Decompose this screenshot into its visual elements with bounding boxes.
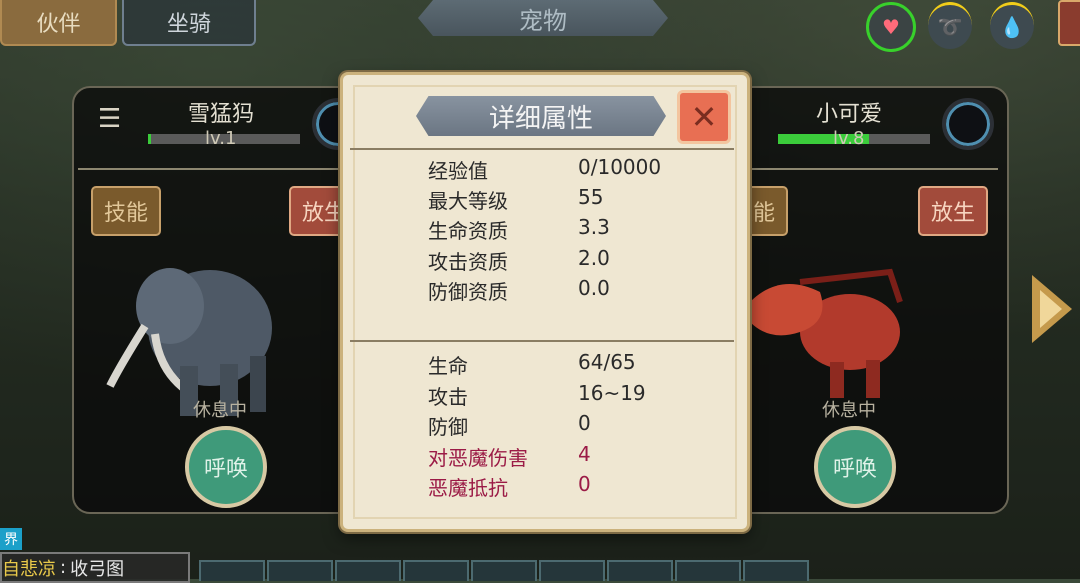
heart-icon[interactable]: ♥ [866, 2, 916, 52]
chat-message[interactable]: 自悲凉 : 收弓图 [0, 552, 190, 583]
trex-pet-image [750, 268, 903, 398]
stat-row: 防御资质 0.0 [428, 276, 610, 304]
tab-mount[interactable]: 坐骑 [122, 0, 256, 46]
divider [78, 168, 368, 170]
level-text: lv.8 [833, 128, 865, 149]
next-arrow-inner [1040, 290, 1062, 328]
chat-separator: : [60, 557, 67, 578]
stat-row: 生命 64/65 [428, 350, 636, 378]
chat-channel-badge[interactable]: 界 [0, 528, 22, 550]
summon-button[interactable]: 呼唤 [814, 426, 896, 508]
chat-text: 收弓图 [70, 558, 125, 580]
bottom-slot[interactable] [607, 560, 673, 581]
chat-sender: 自悲凉 [2, 558, 56, 580]
pet-status: 休息中 [822, 400, 876, 421]
pet-name: 小可爱 [816, 102, 883, 127]
beast-icon[interactable]: ➰ [928, 2, 972, 49]
close-edge-button[interactable] [1058, 0, 1080, 46]
stat-row: 攻击资质 2.0 [428, 246, 610, 274]
summon-button[interactable]: 呼唤 [185, 426, 267, 508]
pet-portrait-ring[interactable] [942, 98, 994, 150]
tab-partner[interactable]: 伙伴 [0, 0, 117, 46]
release-button[interactable]: 放生 [918, 186, 988, 236]
close-button[interactable]: ✕ [677, 90, 731, 144]
bottom-slot[interactable] [267, 560, 333, 581]
mammoth-pet-image [106, 268, 272, 416]
pet-status: 休息中 [193, 400, 247, 421]
modal-divider [350, 148, 734, 150]
stat-row: 攻击 16~19 [428, 381, 646, 409]
stat-row: 最大等级 55 [428, 185, 604, 213]
page-title: 宠物 [418, 0, 668, 36]
stat-row: 经验值 0/10000 [428, 155, 662, 183]
level-text: lv.1 [205, 128, 237, 149]
bottom-slot[interactable] [335, 560, 401, 581]
bottom-slot[interactable] [675, 560, 741, 581]
bottom-slot[interactable] [539, 560, 605, 581]
stat-row-special: 恶魔抵抗 0 [428, 472, 591, 500]
bottom-slot[interactable] [199, 560, 265, 581]
skill-button[interactable]: 技能 [91, 186, 161, 236]
bottom-slot[interactable] [743, 560, 809, 581]
stat-row: 生命资质 3.3 [428, 215, 610, 243]
stat-row-special: 对恶魔伤害 4 [428, 442, 591, 470]
pet-name: 雪猛犸 [188, 102, 255, 127]
stat-row: 防御 0 [428, 411, 591, 439]
modal-title: 详细属性 [416, 96, 666, 136]
bottom-slot[interactable] [403, 560, 469, 581]
modal-divider [350, 340, 734, 342]
bottom-slot[interactable] [471, 560, 537, 581]
menu-icon[interactable]: ☰ [98, 104, 121, 134]
water-drop-icon[interactable]: 💧 [990, 2, 1034, 49]
